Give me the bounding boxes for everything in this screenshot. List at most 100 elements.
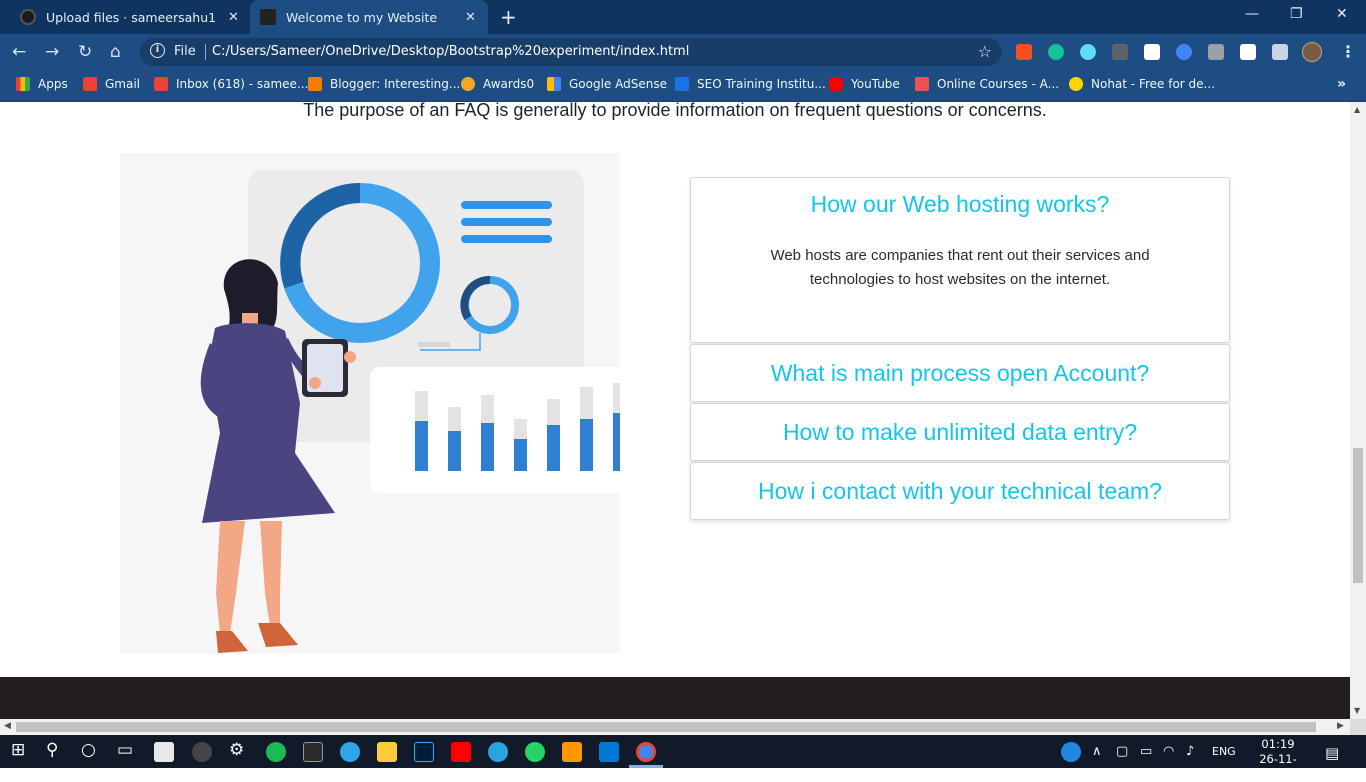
wifi-icon[interactable]: ◠ <box>1163 744 1174 759</box>
faq-intro-text: The purpose of an FAQ is generally to pr… <box>303 102 1047 120</box>
scroll-right-icon[interactable]: ▶ <box>1337 721 1344 731</box>
vertical-scrollbar[interactable]: ▲ ▼ <box>1350 102 1366 719</box>
back-button[interactable]: ← <box>12 42 26 62</box>
udemy-icon <box>915 77 929 91</box>
bookmark-label: Online Courses - A... <box>937 77 1060 91</box>
spotify-icon[interactable] <box>266 742 286 762</box>
task-view-icon[interactable]: ▭ <box>117 740 133 760</box>
device-icon[interactable]: ▢ <box>1116 744 1128 759</box>
cortana-icon[interactable]: ○ <box>81 740 96 760</box>
scrollbar-thumb[interactable] <box>16 722 1316 732</box>
extension-icon[interactable] <box>1240 44 1256 60</box>
scrollbar-thumb[interactable] <box>1353 448 1363 583</box>
apps-grid-icon <box>16 77 30 91</box>
tab-title: Welcome to my Website <box>286 9 438 25</box>
vscode-icon[interactable] <box>599 742 619 762</box>
scroll-down-icon[interactable]: ▼ <box>1354 706 1360 715</box>
volume-icon[interactable]: ♪ <box>1186 744 1194 759</box>
bookmark-blogger[interactable]: Blogger: Interesting... <box>308 77 460 91</box>
restore-button[interactable]: ❐ <box>1290 6 1303 22</box>
scrollbar-corner <box>1350 719 1366 735</box>
chevron-up-icon[interactable]: ∧ <box>1092 744 1102 759</box>
info-icon[interactable]: i <box>150 43 165 58</box>
file-explorer-icon[interactable] <box>377 742 397 762</box>
edge-icon[interactable] <box>340 742 360 762</box>
sublime-icon[interactable] <box>562 742 582 762</box>
terminal-icon[interactable] <box>303 742 323 762</box>
media-icon[interactable] <box>192 742 212 762</box>
bookmark-gmail[interactable]: Gmail <box>83 77 140 91</box>
clock[interactable]: 01:19 26-11-2020 <box>1246 737 1310 782</box>
help-icon[interactable] <box>1061 742 1081 762</box>
photoshop-icon[interactable] <box>414 742 434 762</box>
minimize-button[interactable]: — <box>1245 6 1259 22</box>
faq-question-button[interactable]: How to make unlimited data entry? <box>691 404 1229 460</box>
faq-question-button[interactable]: How i contact with your technical team? <box>691 463 1229 519</box>
scroll-left-icon[interactable]: ◀ <box>4 721 11 731</box>
chrome-icon[interactable] <box>636 742 656 762</box>
forward-button[interactable]: → <box>45 42 59 62</box>
bookmark-youtube[interactable]: YouTube <box>829 77 900 91</box>
scheme-label: File <box>174 44 196 59</box>
analytics-woman-image <box>200 170 620 653</box>
reload-button[interactable]: ↻ <box>78 42 92 62</box>
home-button[interactable]: ⌂ <box>110 42 121 62</box>
extension-icon[interactable] <box>1144 44 1160 60</box>
bookmark-label: Google AdSense <box>569 77 667 91</box>
divider <box>205 44 206 60</box>
new-tab-button[interactable]: + <box>500 5 517 29</box>
extension-icon[interactable] <box>1016 44 1032 60</box>
extension-icon[interactable] <box>1112 44 1128 60</box>
language-indicator[interactable]: ENG <box>1212 745 1236 758</box>
avatar[interactable] <box>1302 42 1322 62</box>
browser-toolbar: ← → ↻ ⌂ i File C:/Users/Sameer/OneDrive/… <box>0 34 1366 70</box>
star-icon[interactable]: ☆ <box>978 42 992 61</box>
puzzle-icon[interactable] <box>1272 44 1288 60</box>
bookmark-apps[interactable]: Apps <box>16 77 68 91</box>
bookmark-label: Nohat - Free for de... <box>1091 77 1215 91</box>
faq-item: How i contact with your technical team? <box>690 462 1230 520</box>
faq-question-button[interactable]: How our Web hosting works? <box>691 178 1229 230</box>
menu-icon[interactable]: ⋮ <box>1340 42 1356 61</box>
bookmark-nohat[interactable]: Nohat - Free for de... <box>1069 77 1215 91</box>
bookmark-seo[interactable]: SEO Training Institu... <box>675 77 826 91</box>
store-icon[interactable] <box>154 742 174 762</box>
faq-answer: Web hosts are companies that rent out th… <box>770 247 1150 288</box>
tab-welcome[interactable]: Welcome to my Website ✕ <box>250 0 488 34</box>
battery-icon[interactable]: ▭ <box>1140 744 1152 759</box>
bookmark-label: Apps <box>38 77 68 91</box>
clock-date: 26-11-2020 <box>1259 752 1297 781</box>
adsense-icon <box>547 77 561 91</box>
faq-question-button[interactable]: What is main process open Account? <box>691 345 1229 401</box>
search-icon[interactable]: ⚲ <box>46 740 58 760</box>
grammarly-icon[interactable] <box>1048 44 1064 60</box>
url-text[interactable]: C:/Users/Sameer/OneDrive/Desktop/Bootstr… <box>212 44 689 59</box>
windows-start-icon[interactable]: ⊞ <box>11 740 25 760</box>
close-icon[interactable]: ✕ <box>228 10 239 25</box>
whatsapp-icon[interactable] <box>525 742 545 762</box>
scroll-up-icon[interactable]: ▲ <box>1354 105 1360 114</box>
faq-illustration <box>120 153 620 653</box>
settings-icon[interactable]: ⚙ <box>229 740 244 760</box>
tab-title: Upload files · sameersahu13/Boo <box>46 9 216 25</box>
telegram-icon[interactable] <box>488 742 508 762</box>
close-icon[interactable]: ✕ <box>465 10 476 25</box>
react-devtools-icon[interactable] <box>1080 44 1096 60</box>
youtube-icon[interactable] <box>451 742 471 762</box>
tab-upload-files[interactable]: Upload files · sameersahu13/Boo ✕ <box>10 0 250 34</box>
extension-icon[interactable] <box>1176 44 1192 60</box>
faq-item: What is main process open Account? <box>690 344 1230 402</box>
awards-icon <box>461 77 475 91</box>
bookmark-awards[interactable]: Awards0 <box>461 77 534 91</box>
bookmark-adsense[interactable]: Google AdSense <box>547 77 667 91</box>
horizontal-scrollbar[interactable]: ◀ ▶ <box>0 719 1350 735</box>
close-window-button[interactable]: ✕ <box>1336 6 1348 22</box>
address-bar[interactable]: i File C:/Users/Sameer/OneDrive/Desktop/… <box>140 38 1002 66</box>
gmail-icon <box>154 77 168 91</box>
bookmark-inbox[interactable]: Inbox (618) - samee... <box>154 77 308 91</box>
notifications-icon[interactable]: ▤ <box>1325 744 1339 762</box>
bookmark-label: Inbox (618) - samee... <box>176 77 309 91</box>
extension-icon[interactable] <box>1208 44 1224 60</box>
bookmark-udemy[interactable]: Online Courses - A... <box>915 77 1059 91</box>
more-bookmarks-button[interactable]: » <box>1337 76 1346 92</box>
